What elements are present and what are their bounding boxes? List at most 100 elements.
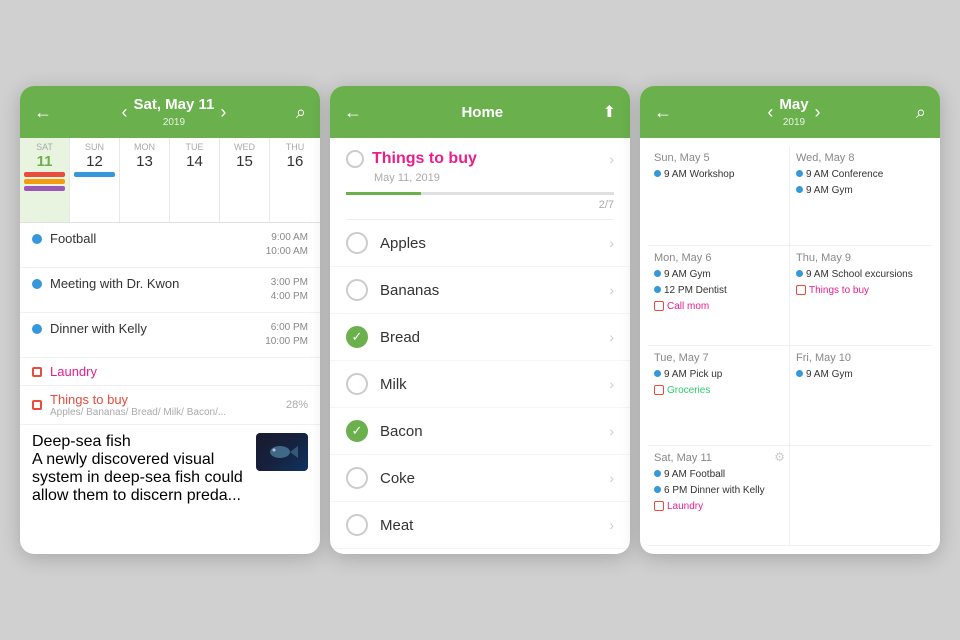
week-header: SAT 11 SUN 12 MON 13 xyxy=(20,138,320,223)
panel1-back-icon[interactable]: ← xyxy=(34,102,52,123)
kelly-dot xyxy=(32,324,42,334)
checklist-apples[interactable]: Apples › xyxy=(330,220,630,267)
panel3-back-icon[interactable]: ← xyxy=(654,102,672,123)
week-label-sun: SUN xyxy=(85,142,104,152)
meat-label: Meat xyxy=(380,517,597,534)
milk-check[interactable] xyxy=(346,373,368,395)
month-cell-may11[interactable]: Sat, May 11 ⚙ 9 AM Football 6 PM Dinner … xyxy=(648,446,790,546)
panel3-prev-icon[interactable]: ‹ xyxy=(767,102,773,123)
things-name: Things to buy xyxy=(50,392,278,407)
week-day-wed[interactable]: WED 15 xyxy=(220,138,270,222)
week-num-thu: 16 xyxy=(272,153,318,170)
things-sub: Apples/ Bananas/ Bread/ Milk/ Bacon/... xyxy=(50,407,278,418)
settings-icon: ⚙ xyxy=(774,450,785,464)
week-day-tue[interactable]: TUE 14 xyxy=(170,138,220,222)
bananas-check[interactable] xyxy=(346,279,368,301)
month-cell-may8[interactable]: Wed, May 8 9 AM Conference 9 AM Gym xyxy=(790,146,932,246)
may8-event1: 9 AM Conference xyxy=(796,168,926,181)
apples-check[interactable] xyxy=(346,232,368,254)
tue-events xyxy=(172,170,217,218)
week-day-thu[interactable]: THU 16 xyxy=(270,138,320,222)
may6-text2: 12 PM Dentist xyxy=(664,284,727,297)
reminder-laundry[interactable]: Laundry xyxy=(20,358,320,386)
bread-check[interactable] xyxy=(346,326,368,348)
may5-dot1 xyxy=(654,170,661,177)
things-info: Things to buy Apples/ Bananas/ Bread/ Mi… xyxy=(50,392,278,418)
panel2-title: Home xyxy=(362,104,603,121)
fish-svg xyxy=(266,442,298,462)
may7-reminder1: Groceries xyxy=(654,384,783,397)
mon-events xyxy=(122,170,167,218)
may10-today-badge: Fri, May 10 xyxy=(796,352,851,364)
panel1-header: ← ‹ Sat, May 11 2019 › ⌕ xyxy=(20,86,320,138)
panel1-prev-icon[interactable]: ‹ xyxy=(122,102,128,123)
week-label-thu: THU xyxy=(286,142,305,152)
month-cell-may10[interactable]: Fri, May 10 9 AM Gym xyxy=(790,346,932,446)
may11-event2: 6 PM Dinner with Kelly xyxy=(654,484,783,497)
may6-rem-text1: Call mom xyxy=(667,300,709,313)
panel3-search-icon[interactable]: ⌕ xyxy=(916,102,926,123)
things-dot xyxy=(32,400,42,410)
list-date: May 11, 2019 xyxy=(330,172,630,192)
sat-events xyxy=(22,170,67,218)
bacon-label: Bacon xyxy=(380,423,597,440)
month-cell-may5[interactable]: Sun, May 5 9 AM Workshop xyxy=(648,146,790,246)
week-num-wed: 15 xyxy=(222,153,267,170)
week-day-sun[interactable]: SUN 12 xyxy=(70,138,120,222)
checklist-coke[interactable]: Coke › xyxy=(330,455,630,502)
panel3-nav-arrows: ‹ May 2019 › xyxy=(767,96,820,128)
may8-text2: 9 AM Gym xyxy=(806,184,853,197)
panel1-search-icon[interactable]: ⌕ xyxy=(296,102,306,123)
week-day-mon[interactable]: MON 13 xyxy=(120,138,170,222)
may9-dot1 xyxy=(796,270,803,277)
checklist-bacon[interactable]: Bacon › xyxy=(330,408,630,455)
event-dinner-kelly[interactable]: Dinner with Kelly 6:00 PM10:00 PM xyxy=(20,313,320,358)
may9-header: Thu, May 9 xyxy=(796,252,926,264)
panel2-back-icon[interactable]: ← xyxy=(344,102,362,123)
bread-label: Bread xyxy=(380,329,597,346)
may6-dot1 xyxy=(654,270,661,277)
list-title: Things to buy xyxy=(372,150,601,168)
may7-rem-text1: Groceries xyxy=(667,384,710,397)
panel3-title: May xyxy=(779,96,808,113)
may10-header: Fri, May 10 xyxy=(796,352,926,364)
month-cell-may6[interactable]: Mon, May 6 9 AM Gym 12 PM Dentist Call m… xyxy=(648,246,790,346)
may9-text1: 9 AM School excursions xyxy=(806,268,913,281)
may8-text1: 9 AM Conference xyxy=(806,168,883,181)
checklist-milk[interactable]: Milk › xyxy=(330,361,630,408)
sat-bar-1 xyxy=(24,172,65,177)
wed-events xyxy=(222,170,267,218)
panel1-subtitle: 2019 xyxy=(163,117,185,128)
news-item[interactable]: Deep-sea fish A newly discovered visual … xyxy=(20,425,320,513)
may9-reminder1: Things to buy xyxy=(796,284,926,297)
laundry-name: Laundry xyxy=(50,364,97,379)
panel2-share-icon[interactable]: ⬆ xyxy=(603,102,616,122)
checklist-bread[interactable]: Bread › xyxy=(330,314,630,361)
may11-header: Sat, May 11 xyxy=(654,452,783,464)
may6-reminder1: Call mom xyxy=(654,300,783,313)
list-title-row[interactable]: Things to buy › xyxy=(330,138,630,172)
bacon-check[interactable] xyxy=(346,420,368,442)
meat-check[interactable] xyxy=(346,514,368,536)
panel1-next-icon[interactable]: › xyxy=(220,102,226,123)
week-day-sat[interactable]: SAT 11 xyxy=(20,138,70,222)
month-cell-may9[interactable]: Thu, May 9 9 AM School excursions Things… xyxy=(790,246,932,346)
may9-event1: 9 AM School excursions xyxy=(796,268,926,281)
news-content: Deep-sea fish A newly discovered visual … xyxy=(32,433,248,505)
reminder-things-to-buy[interactable]: Things to buy Apples/ Bananas/ Bread/ Mi… xyxy=(20,386,320,425)
event-football[interactable]: Football 9:00 AM10:00 AM xyxy=(20,223,320,268)
week-label-wed: WED xyxy=(234,142,255,152)
may7-rem-icon1 xyxy=(654,385,664,395)
coke-label: Coke xyxy=(380,470,597,487)
event-dr-kwon[interactable]: Meeting with Dr. Kwon 3:00 PM4:00 PM xyxy=(20,268,320,313)
may7-header: Tue, May 7 xyxy=(654,352,783,364)
checklist-bananas[interactable]: Bananas › xyxy=(330,267,630,314)
may6-text1: 9 AM Gym xyxy=(664,268,711,281)
may11-reminder1: Laundry xyxy=(654,500,783,513)
month-cell-may7[interactable]: Tue, May 7 9 AM Pick up Groceries xyxy=(648,346,790,446)
may6-header: Mon, May 6 xyxy=(654,252,783,264)
football-time: 9:00 AM10:00 AM xyxy=(266,231,308,259)
checklist-meat[interactable]: Meat › xyxy=(330,502,630,549)
coke-check[interactable] xyxy=(346,467,368,489)
panel3-next-icon[interactable]: › xyxy=(815,102,821,123)
